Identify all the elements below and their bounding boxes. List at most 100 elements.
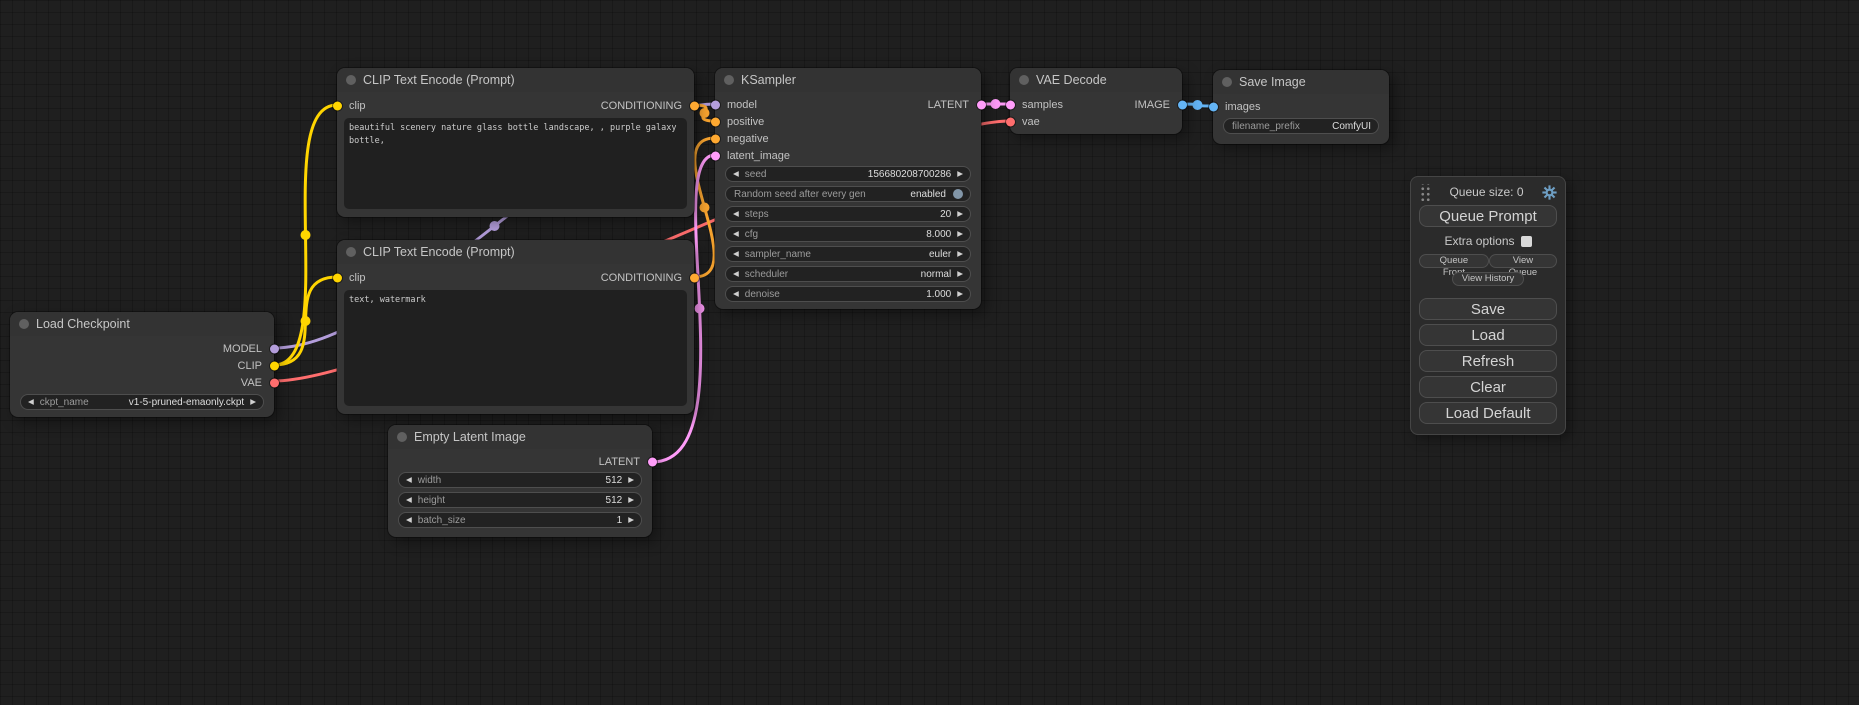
latent-output-dot[interactable]: [648, 457, 657, 466]
clip-output-dot[interactable]: [270, 361, 279, 370]
vae-output-dot[interactable]: [270, 378, 279, 387]
node-collapse-dot-icon[interactable]: [1019, 75, 1029, 85]
seed-widget[interactable]: ◀ seed 156680208700286 ▶: [725, 166, 971, 182]
decrement-arrow-icon[interactable]: ◀: [406, 496, 412, 504]
random-seed-toggle-widget[interactable]: Random seed after every gen enabled: [725, 186, 971, 202]
drag-handle-icon[interactable]: [1419, 184, 1431, 201]
node-title-bar[interactable]: Load Checkpoint: [10, 312, 274, 336]
height-widget[interactable]: ◀ height 512 ▶: [398, 492, 642, 508]
input-slot-label: images: [1225, 101, 1260, 113]
scheduler-widget[interactable]: ◀ scheduler normal ▶: [725, 266, 971, 282]
positive-prompt-textarea[interactable]: beautiful scenery nature glass bottle la…: [344, 118, 687, 209]
increment-arrow-icon[interactable]: ▶: [957, 210, 963, 218]
clip-input-dot[interactable]: [333, 273, 342, 282]
increment-arrow-icon[interactable]: ▶: [628, 516, 634, 524]
slot-row: clip CONDITIONING: [337, 97, 694, 114]
node-collapse-dot-icon[interactable]: [346, 247, 356, 257]
view-queue-button[interactable]: View Queue: [1489, 254, 1557, 268]
model-input-dot[interactable]: [711, 100, 720, 109]
decrement-arrow-icon[interactable]: ◀: [733, 170, 739, 178]
decrement-arrow-icon[interactable]: ◀: [406, 476, 412, 484]
increment-arrow-icon[interactable]: ▶: [957, 230, 963, 238]
decrement-arrow-icon[interactable]: ◀: [28, 398, 34, 406]
view-history-button[interactable]: View History: [1452, 272, 1525, 286]
node-empty-latent-image[interactable]: Empty Latent Image LATENT ◀ width 512 ▶ …: [388, 425, 652, 537]
increment-arrow-icon[interactable]: ▶: [957, 270, 963, 278]
denoise-widget[interactable]: ◀ denoise 1.000 ▶: [725, 286, 971, 302]
node-title-bar[interactable]: CLIP Text Encode (Prompt): [337, 240, 694, 264]
queue-menu-panel[interactable]: Queue size: 0 Queue Prompt Extra options: [1410, 176, 1566, 435]
node-title-bar[interactable]: CLIP Text Encode (Prompt): [337, 68, 694, 92]
node-title-bar[interactable]: Save Image: [1213, 70, 1389, 94]
increment-arrow-icon[interactable]: ▶: [957, 250, 963, 258]
samples-input-dot[interactable]: [1006, 100, 1015, 109]
images-input-dot[interactable]: [1209, 102, 1218, 111]
save-button[interactable]: Save: [1419, 298, 1557, 320]
node-clip-text-encode-negative[interactable]: CLIP Text Encode (Prompt) clip CONDITION…: [337, 240, 694, 414]
latent-output-dot[interactable]: [977, 100, 986, 109]
output-slot-vae: VAE: [10, 374, 274, 391]
increment-arrow-icon[interactable]: ▶: [628, 476, 634, 484]
increment-arrow-icon[interactable]: ▶: [628, 496, 634, 504]
node-title-bar[interactable]: VAE Decode: [1010, 68, 1182, 92]
widget-name: steps: [745, 209, 769, 220]
node-clip-text-encode-positive[interactable]: CLIP Text Encode (Prompt) clip CONDITION…: [337, 68, 694, 217]
decrement-arrow-icon[interactable]: ◀: [733, 230, 739, 238]
positive-input-dot[interactable]: [711, 117, 720, 126]
filename-prefix-widget[interactable]: filename_prefix ComfyUI: [1223, 118, 1379, 134]
node-graph-canvas[interactable]: Load Checkpoint MODEL CLIP VAE ◀ ckpt_na…: [0, 0, 1859, 705]
negative-input-dot[interactable]: [711, 134, 720, 143]
sampler-name-widget[interactable]: ◀ sampler_name euler ▶: [725, 246, 971, 262]
widget-name: scheduler: [745, 269, 788, 280]
widget-name: sampler_name: [745, 249, 811, 260]
cfg-widget[interactable]: ◀ cfg 8.000 ▶: [725, 226, 971, 242]
node-load-checkpoint[interactable]: Load Checkpoint MODEL CLIP VAE ◀ ckpt_na…: [10, 312, 274, 417]
queue-front-button[interactable]: Queue Front: [1419, 254, 1489, 268]
node-collapse-dot-icon[interactable]: [724, 75, 734, 85]
node-save-image[interactable]: Save Image images filename_prefix ComfyU…: [1213, 70, 1389, 144]
refresh-button[interactable]: Refresh: [1419, 350, 1557, 372]
clear-button[interactable]: Clear: [1419, 376, 1557, 398]
node-collapse-dot-icon[interactable]: [346, 75, 356, 85]
input-slot-positive: positive: [715, 113, 981, 130]
width-widget[interactable]: ◀ width 512 ▶: [398, 472, 642, 488]
ckpt-name-widget[interactable]: ◀ ckpt_name v1-5-pruned-emaonly.ckpt ▶: [20, 394, 264, 410]
batch-size-widget[interactable]: ◀ batch_size 1 ▶: [398, 512, 642, 528]
toggle-knob-icon[interactable]: [953, 189, 963, 199]
menu-header: Queue size: 0: [1419, 183, 1557, 201]
slot-row: clip CONDITIONING: [337, 269, 694, 286]
negative-prompt-textarea[interactable]: text, watermark: [344, 290, 687, 406]
increment-arrow-icon[interactable]: ▶: [957, 170, 963, 178]
node-title: VAE Decode: [1036, 73, 1107, 87]
steps-widget[interactable]: ◀ steps 20 ▶: [725, 206, 971, 222]
output-slot-label: VAE: [241, 377, 262, 389]
node-title-bar[interactable]: Empty Latent Image: [388, 425, 652, 449]
decrement-arrow-icon[interactable]: ◀: [733, 290, 739, 298]
extra-options-label: Extra options: [1444, 234, 1514, 248]
decrement-arrow-icon[interactable]: ◀: [733, 210, 739, 218]
model-output-dot[interactable]: [270, 344, 279, 353]
conditioning-output-dot[interactable]: [690, 273, 699, 282]
node-title-bar[interactable]: KSampler: [715, 68, 981, 92]
increment-arrow-icon[interactable]: ▶: [250, 398, 256, 406]
clip-input-dot[interactable]: [333, 101, 342, 110]
decrement-arrow-icon[interactable]: ◀: [733, 270, 739, 278]
image-output-dot[interactable]: [1178, 100, 1187, 109]
increment-arrow-icon[interactable]: ▶: [957, 290, 963, 298]
queue-prompt-button[interactable]: Queue Prompt: [1419, 205, 1557, 227]
vae-input-dot[interactable]: [1006, 117, 1015, 126]
node-collapse-dot-icon[interactable]: [19, 319, 29, 329]
node-vae-decode[interactable]: VAE Decode samples IMAGE vae: [1010, 68, 1182, 134]
node-collapse-dot-icon[interactable]: [1222, 77, 1232, 87]
latent-image-input-dot[interactable]: [711, 151, 720, 160]
decrement-arrow-icon[interactable]: ◀: [406, 516, 412, 524]
node-ksampler[interactable]: KSampler model LATENT positive negative …: [715, 68, 981, 309]
load-button[interactable]: Load: [1419, 324, 1557, 346]
decrement-arrow-icon[interactable]: ◀: [733, 250, 739, 258]
load-default-button[interactable]: Load Default: [1419, 402, 1557, 424]
conditioning-output-dot[interactable]: [690, 101, 699, 110]
extra-options-checkbox[interactable]: [1521, 236, 1532, 247]
settings-gear-icon[interactable]: [1542, 185, 1557, 200]
node-collapse-dot-icon[interactable]: [397, 432, 407, 442]
output-slot-label: IMAGE: [1135, 99, 1170, 111]
